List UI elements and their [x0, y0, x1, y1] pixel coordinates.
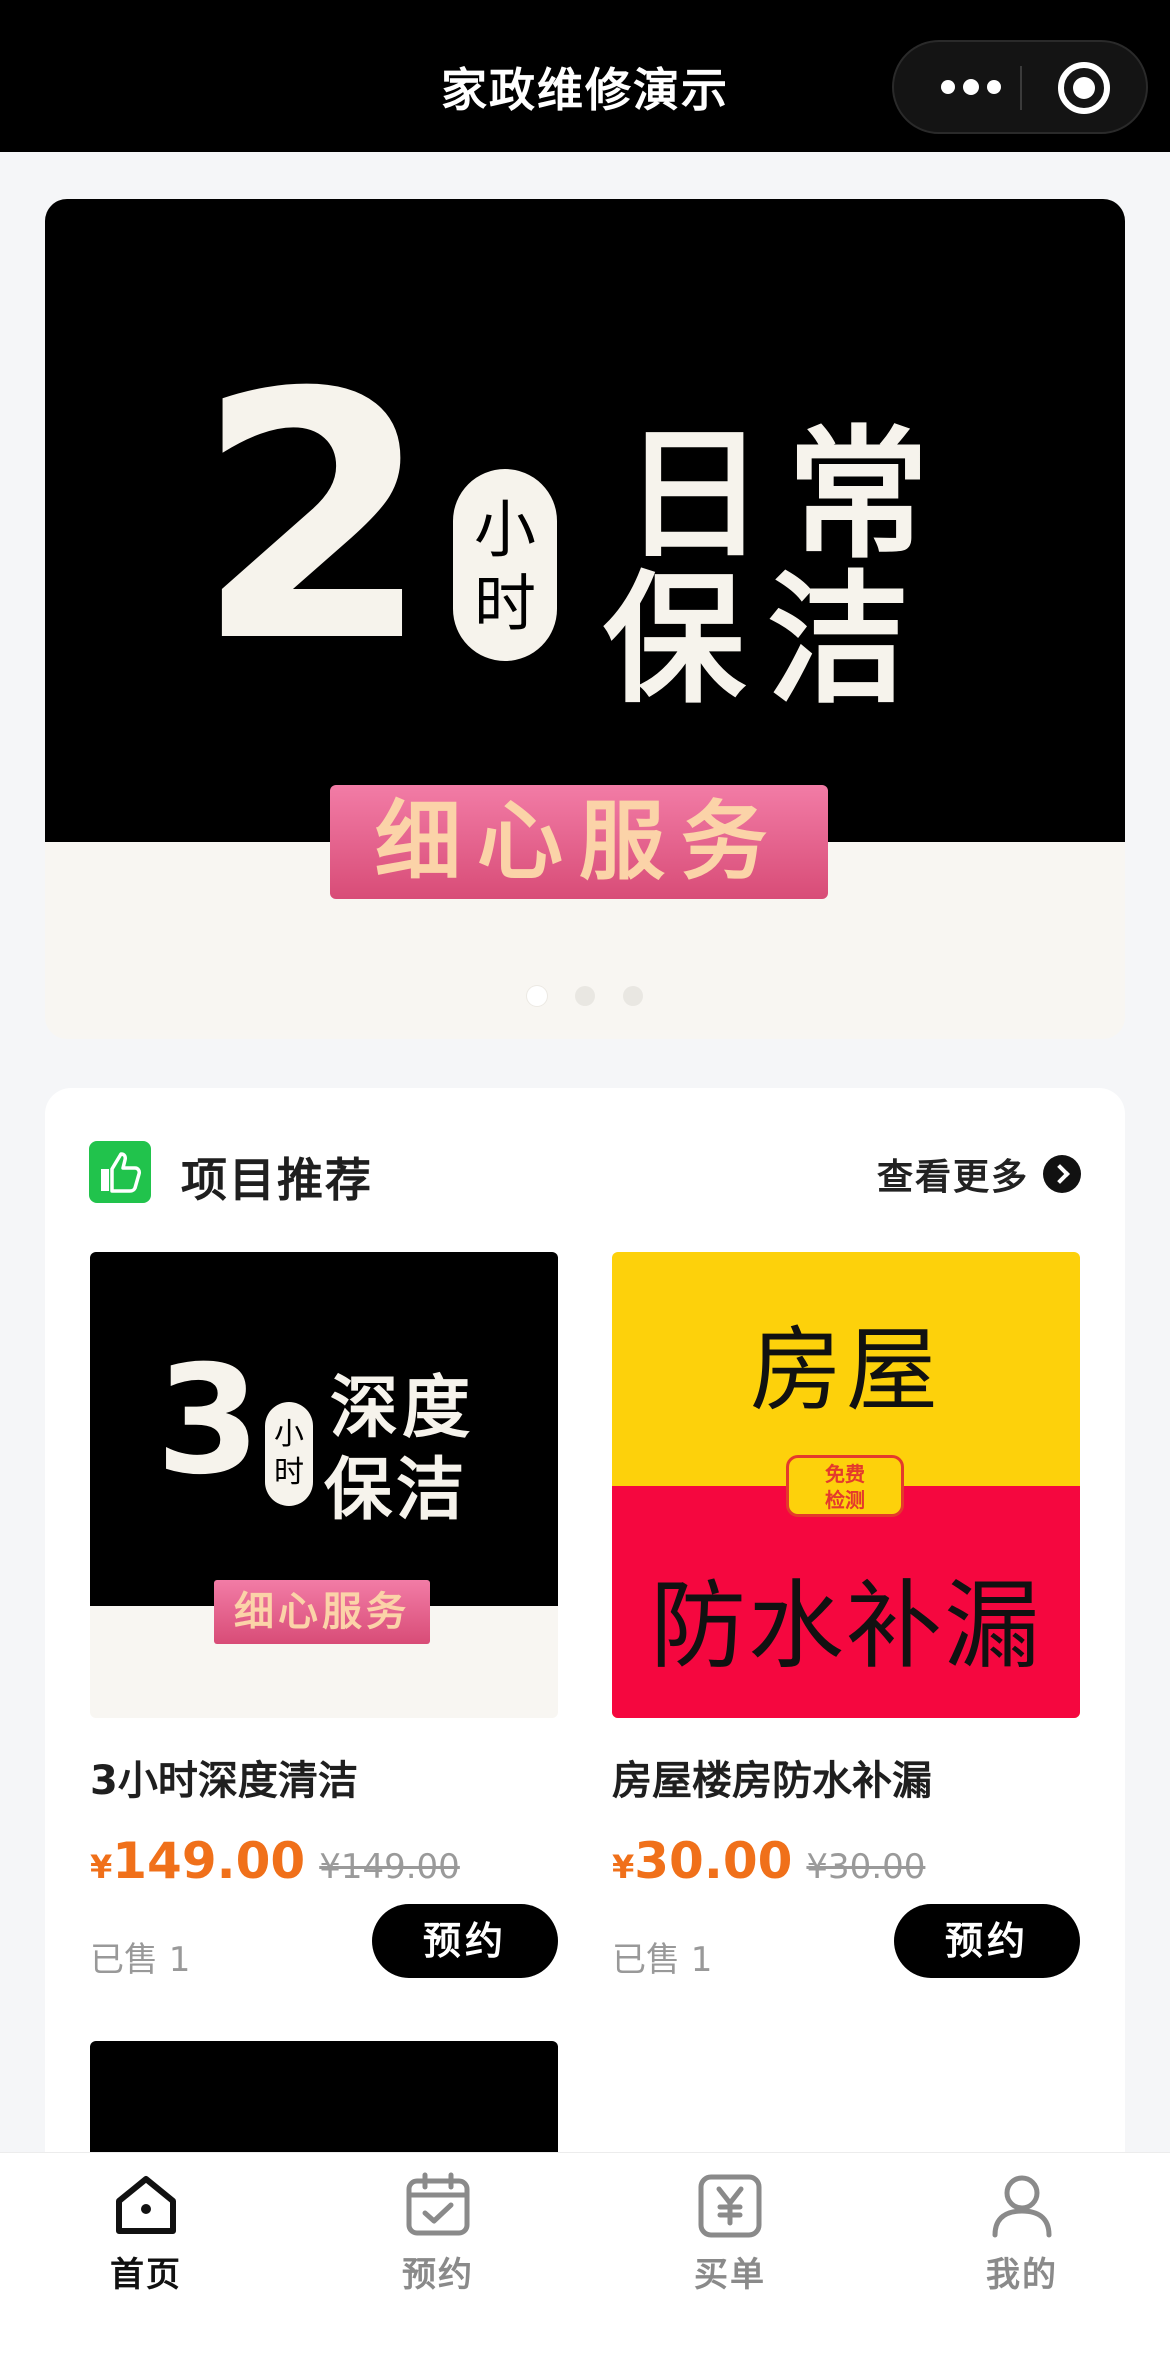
tab-booking[interactable]: 预约 — [348, 2171, 528, 2296]
view-more-link[interactable]: 查看更多 — [877, 1148, 1081, 1200]
carousel-dot-active[interactable] — [527, 986, 547, 1006]
price-value: 149.00 — [112, 1832, 306, 1890]
more-dots-icon[interactable] — [928, 42, 1014, 132]
product-name[interactable]: 房屋楼房防水补漏 — [612, 1748, 932, 1806]
product-name[interactable]: 3小时深度清洁 — [90, 1748, 358, 1806]
book-button[interactable]: 预约 — [894, 1904, 1080, 1978]
navigation-bar: 家政维修演示 — [0, 0, 1170, 152]
calendar-check-icon — [406, 2172, 470, 2236]
price-value: 30.00 — [634, 1832, 793, 1890]
carousel-dot[interactable] — [575, 986, 595, 1006]
product-price: ¥149.00 ¥149.00 — [90, 1832, 460, 1890]
user-icon — [992, 2175, 1052, 2238]
image-unit-pill: 小 时 — [265, 1402, 313, 1506]
book-button[interactable]: 预约 — [372, 1904, 558, 1978]
banner-unit-top: 小 — [473, 493, 536, 566]
badge-bottom: 检测 — [825, 1488, 865, 1512]
image-ribbon: 细心服务 — [214, 1580, 430, 1644]
currency-symbol: ¥ — [612, 1848, 635, 1886]
tab-label: 预约 — [402, 2255, 474, 2295]
product-image[interactable]: 房屋 免费 检测 防水补漏 — [612, 1252, 1080, 1718]
image-unit-bottom: 时 — [274, 1455, 304, 1490]
tab-label: 买单 — [694, 2255, 766, 2295]
sold-count: 已售 1 — [90, 1940, 191, 1980]
section-header: 项目推荐 查看更多 — [45, 1088, 1125, 1248]
image-line2: 保洁 — [324, 1451, 469, 1530]
target-icon[interactable] — [1058, 62, 1110, 114]
chevron-right-icon — [1043, 1155, 1081, 1193]
thumbs-up-icon — [89, 1141, 151, 1203]
section-title: 项目推荐 — [181, 1153, 373, 1207]
tab-label: 首页 — [110, 2255, 182, 2295]
image-unit-top: 小 — [274, 1417, 304, 1452]
bottom-tab-bar: 首页 预约 买单 我的 — [0, 2152, 1170, 2354]
banner-big-number: 2 — [195, 321, 432, 717]
tab-home[interactable]: 首页 — [56, 2171, 236, 2296]
image-line2: 防水补漏 — [650, 1570, 1042, 1682]
product-image[interactable]: 3 小 时 深度 保洁 细心服务 — [90, 1252, 558, 1718]
image-number: 3 — [156, 1334, 261, 1508]
original-price: ¥149.00 — [319, 1847, 460, 1887]
banner-carousel[interactable]: 2 小 时 日常 保洁 细心服务 — [45, 199, 1125, 1039]
capsule-divider — [1020, 66, 1022, 110]
badge-top: 免费 — [825, 1462, 865, 1486]
yuan-bill-icon — [698, 2174, 762, 2238]
sold-count: 已售 1 — [612, 1940, 713, 1980]
view-more-label: 查看更多 — [876, 1157, 1029, 1198]
product-price: ¥30.00 ¥30.00 — [612, 1832, 925, 1890]
home-icon — [116, 2176, 176, 2234]
banner-line2: 保洁 — [603, 558, 931, 723]
banner-unit-bottom: 时 — [473, 567, 536, 640]
carousel-dot[interactable] — [623, 986, 643, 1006]
tab-mine[interactable]: 我的 — [932, 2171, 1112, 2296]
image-badge: 免费 检测 — [786, 1455, 904, 1517]
banner-ribbon: 细心服务 — [330, 785, 828, 899]
tab-label: 我的 — [986, 2255, 1058, 2295]
image-line1: 房屋 — [749, 1317, 942, 1424]
capsule-menu — [892, 40, 1148, 134]
currency-symbol: ¥ — [90, 1848, 113, 1886]
original-price: ¥30.00 — [806, 1847, 926, 1887]
carousel-indicators — [45, 986, 1125, 1006]
banner-unit-pill: 小 时 — [453, 469, 557, 661]
tab-pay[interactable]: 买单 — [640, 2171, 820, 2296]
